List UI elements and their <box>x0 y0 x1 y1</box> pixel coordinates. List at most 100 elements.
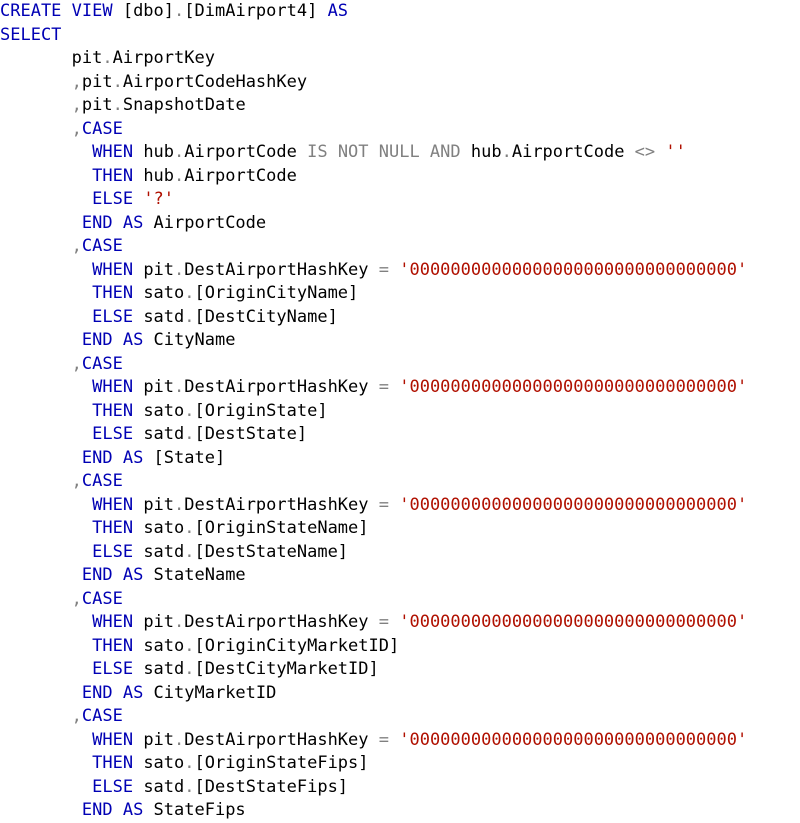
sql-keyword: ELSE <box>92 424 144 444</box>
identifier: satd <box>143 659 185 679</box>
identifier: StateFips <box>153 800 246 820</box>
code-line: ,pit.AirportCodeHashKey <box>0 71 800 95</box>
identifier <box>0 565 82 585</box>
sql-keyword: CASE <box>81 236 123 256</box>
identifier: [DestCityName] <box>194 306 338 327</box>
identifier <box>0 589 72 609</box>
string-literal: '00000000000000000000000000000000' <box>399 494 748 515</box>
identifier <box>0 72 72 92</box>
string-literal: '00000000000000000000000000000000' <box>399 259 748 280</box>
operator: , <box>71 353 82 374</box>
sql-keyword: ELSE <box>92 189 144 209</box>
operator: . <box>184 283 195 303</box>
operator: , <box>71 118 82 139</box>
code-line: WHEN pit.DestAirportHashKey = '000000000… <box>0 611 800 635</box>
code-line: ,CASE <box>0 118 800 142</box>
identifier <box>0 236 72 256</box>
code-line: ,CASE <box>0 705 800 729</box>
identifier <box>0 495 92 515</box>
sql-keyword: CASE <box>81 706 123 726</box>
sql-keyword: CASE <box>81 118 123 139</box>
identifier <box>0 518 92 538</box>
code-line: ELSE satd.[DestCityName] <box>0 306 800 330</box>
operator: . <box>184 518 195 538</box>
identifier: DestAirportHashKey <box>184 729 379 750</box>
code-line: ,CASE <box>0 470 800 494</box>
operator: . <box>184 776 195 797</box>
operator: IS NOT NULL AND <box>307 142 471 162</box>
code-line: END AS CityName <box>0 329 800 353</box>
code-line: THEN sato.[OriginStateFips] <box>0 752 800 776</box>
identifier <box>0 142 92 162</box>
identifier <box>0 213 82 233</box>
identifier: pit <box>143 494 175 515</box>
code-line: END AS AirportCode <box>0 212 800 236</box>
identifier: pit <box>143 729 175 750</box>
operator: = <box>378 494 400 515</box>
identifier: CityName <box>153 330 236 350</box>
identifier <box>0 377 92 397</box>
code-line: ,pit.SnapshotDate <box>0 94 800 118</box>
code-line: ,CASE <box>0 235 800 259</box>
identifier: [dbo] <box>122 1 175 21</box>
code-line: CREATE VIEW [dbo].[DimAirport4] AS <box>0 0 800 24</box>
operator: . <box>184 635 195 656</box>
sql-keyword: WHEN <box>92 259 144 280</box>
sql-keyword: ELSE <box>92 659 144 679</box>
code-line: END AS CityMarketID <box>0 682 800 706</box>
identifier <box>0 401 92 421</box>
identifier: sato <box>143 518 185 538</box>
operator: . <box>184 753 195 773</box>
identifier: [OriginStateName] <box>194 518 369 538</box>
operator: . <box>112 95 123 115</box>
identifier <box>0 636 92 656</box>
operator: . <box>184 400 195 421</box>
sql-keyword: WHEN <box>92 494 144 515</box>
identifier: AirportCodeHashKey <box>122 71 308 92</box>
identifier: hub <box>143 165 175 186</box>
code-line: SELECT <box>0 24 800 48</box>
identifier: DestAirportHashKey <box>184 612 379 632</box>
identifier: sato <box>143 753 185 773</box>
sql-keyword: WHEN <box>92 142 144 162</box>
sql-keyword: ELSE <box>92 306 144 327</box>
sql-keyword: END AS <box>81 682 154 703</box>
identifier: CityMarketID <box>153 682 277 703</box>
code-line: THEN sato.[OriginState] <box>0 400 800 424</box>
identifier: pit <box>81 95 113 115</box>
identifier <box>0 119 72 139</box>
code-line: ELSE satd.[DestStateName] <box>0 541 800 565</box>
identifier <box>0 753 92 773</box>
code-line: END AS StateFips <box>0 799 800 823</box>
sql-keyword: CASE <box>81 588 123 609</box>
operator: . <box>102 48 113 68</box>
code-line: WHEN pit.DestAirportHashKey = '000000000… <box>0 494 800 518</box>
sql-keyword: AS <box>327 1 349 21</box>
identifier: hub <box>143 142 175 162</box>
operator: = <box>378 259 400 280</box>
identifier: sato <box>143 635 185 656</box>
sql-keyword: CREATE VIEW <box>0 1 123 21</box>
operator: . <box>184 541 195 562</box>
sql-keyword: CASE <box>81 353 123 374</box>
sql-code-editor[interactable]: CREATE VIEW [dbo].[DimAirport4] AS SELECT… <box>0 0 800 820</box>
identifier: satd <box>143 306 185 327</box>
code-line: THEN hub.AirportCode <box>0 165 800 189</box>
code-line: ELSE satd.[DestStateFips] <box>0 776 800 800</box>
code-line: ELSE '?' <box>0 188 800 212</box>
operator: , <box>71 71 82 92</box>
code-line: WHEN pit.DestAirportHashKey = '000000000… <box>0 376 800 400</box>
identifier <box>0 354 72 374</box>
operator: , <box>71 588 82 609</box>
operator: . <box>174 612 185 632</box>
identifier: SnapshotDate <box>122 95 246 115</box>
identifier: AirportCode <box>184 142 308 162</box>
sql-keyword: THEN <box>92 165 144 186</box>
operator: = <box>378 377 400 397</box>
operator: . <box>174 729 185 750</box>
operator: . <box>174 142 185 162</box>
operator: = <box>378 612 400 632</box>
identifier: [DestCityMarketID] <box>194 659 379 679</box>
code-line: WHEN hub.AirportCode IS NOT NULL AND hub… <box>0 141 800 165</box>
sql-keyword: WHEN <box>92 612 144 632</box>
